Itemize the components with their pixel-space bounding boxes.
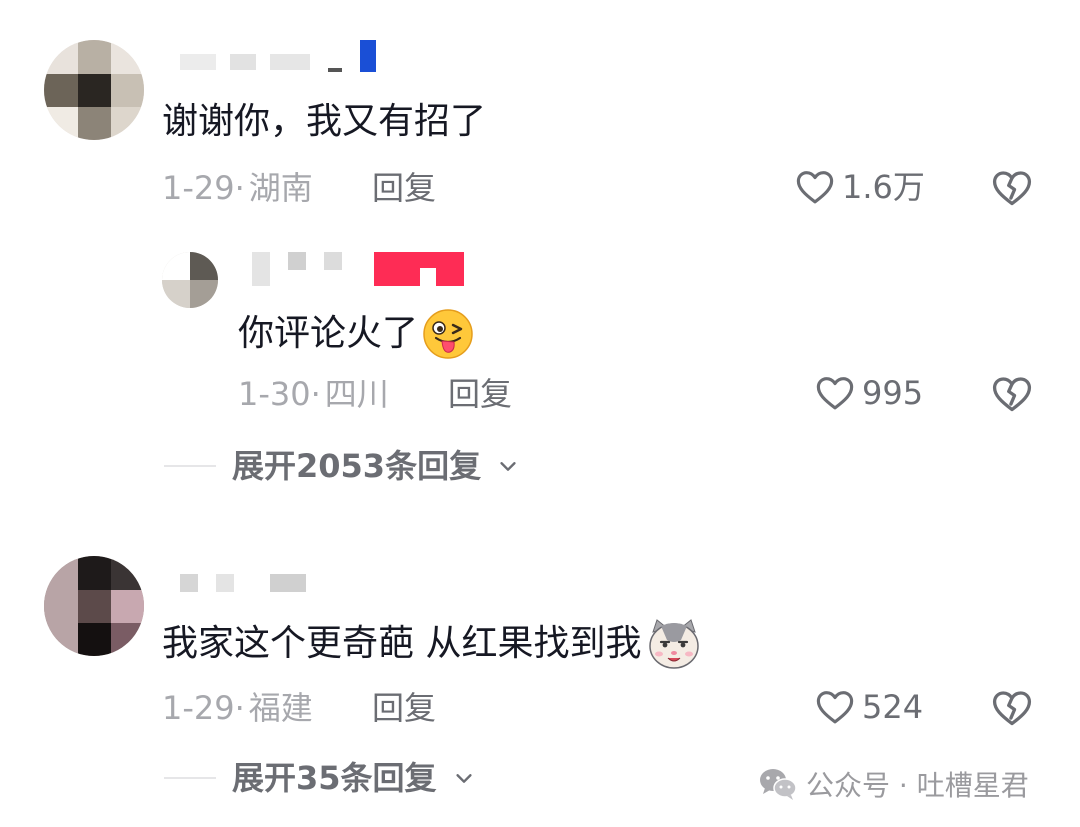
watermark-text: 公众号 · 吐槽星君 <box>806 769 1029 802</box>
expand-replies-label: 展开35条回复 <box>232 759 437 797</box>
heart-icon <box>816 377 854 410</box>
divider-line <box>164 777 216 779</box>
avatar-mosaic <box>44 556 144 656</box>
heart-icon <box>816 691 854 724</box>
broken-heart-icon[interactable] <box>990 686 1034 730</box>
avatar-mosaic <box>44 40 144 140</box>
broken-heart-icon[interactable] <box>990 166 1034 210</box>
meta-separator: · <box>234 689 245 727</box>
like-count: 524 <box>862 688 924 726</box>
comment-location: 福建 <box>248 689 313 727</box>
reply-location: 四川 <box>324 375 389 413</box>
like-button[interactable]: 524 <box>814 686 923 728</box>
username-redacted[interactable] <box>180 572 320 596</box>
reply-button[interactable]: 回复 <box>372 688 436 728</box>
comment-location: 湖南 <box>248 169 313 207</box>
reply-button[interactable]: 回复 <box>448 374 512 414</box>
reply-meta: 1-30· 四川 <box>238 374 389 414</box>
comment-text-content: 我家这个更奇葩 从红果找到我 <box>162 623 642 664</box>
reply-text-content: 你评论火了 <box>238 313 419 354</box>
avatar-mosaic <box>162 252 218 308</box>
chevron-down-icon <box>455 774 472 783</box>
watermark: 公众号 · 吐槽星君 <box>758 764 1029 804</box>
expand-replies-button[interactable]: 展开35条回复 <box>164 758 475 798</box>
comment-text: 谢谢你，我又有招了 <box>162 101 487 142</box>
reply-username-redacted[interactable] <box>244 252 474 288</box>
name-redaction-bar <box>360 40 376 72</box>
broken-heart-icon[interactable] <box>990 372 1034 416</box>
name-redaction-bar <box>374 252 464 286</box>
comment-date: 1-29 <box>162 689 235 727</box>
expand-replies-button[interactable]: 展开2053条回复 <box>164 446 519 486</box>
comment-meta: 1-29· 湖南 <box>162 168 313 208</box>
comment-meta: 1-29· 福建 <box>162 688 313 728</box>
avatar[interactable] <box>44 40 144 140</box>
wechat-icon <box>760 769 797 800</box>
avatar[interactable] <box>44 556 144 656</box>
cat-face-emoji <box>649 619 700 669</box>
meta-separator: · <box>234 169 245 207</box>
like-button[interactable]: 1.6万 <box>794 166 925 208</box>
expand-replies-label: 展开2053条回复 <box>232 447 482 485</box>
wink-tongue-emoji <box>423 309 473 359</box>
divider-line <box>164 465 216 467</box>
like-button[interactable]: 995 <box>814 372 923 414</box>
reply-date: 1-30 <box>238 375 311 413</box>
comment-text: 我家这个更奇葩 从红果找到我 <box>162 618 701 670</box>
reply-avatar[interactable] <box>162 252 218 308</box>
reply-text: 你评论火了 <box>238 308 474 360</box>
username-redacted[interactable] <box>180 40 380 74</box>
chevron-down-icon <box>500 462 516 471</box>
like-count: 1.6万 <box>842 168 925 206</box>
meta-separator: · <box>310 375 321 413</box>
reply-button[interactable]: 回复 <box>372 168 436 208</box>
like-count: 995 <box>862 374 924 412</box>
heart-icon <box>796 171 834 204</box>
comment-date: 1-29 <box>162 169 235 207</box>
